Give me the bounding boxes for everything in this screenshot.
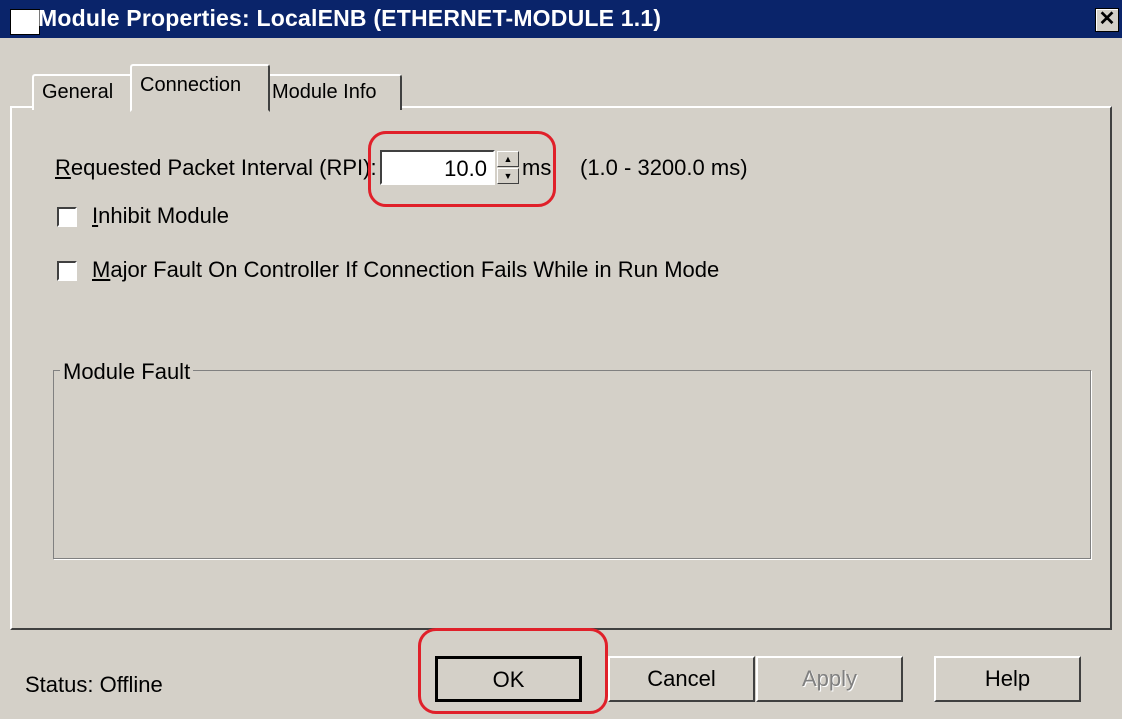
tab-general[interactable]: General (32, 74, 142, 110)
rpi-label-text: equested Packet Interval (RPI): (70, 155, 377, 180)
tab-module-info[interactable]: Module Info (262, 74, 402, 110)
inhibit-module-checkbox[interactable] (57, 207, 77, 227)
major-fault-mnemonic: M (92, 257, 111, 282)
status-text: Status: Offline (25, 672, 163, 697)
close-button[interactable]: ✕ (1095, 8, 1119, 32)
ok-highlight-annotation (418, 628, 608, 714)
inhibit-text: nhibit Module (98, 203, 229, 228)
rpi-range: (1.0 - 3200.0 ms) (580, 155, 748, 180)
major-fault-label[interactable]: Major Fault On Controller If Connection … (92, 257, 719, 283)
major-fault-text: ajor Fault On Controller If Connection F… (110, 257, 720, 282)
tab-connection[interactable]: Connection (130, 64, 270, 112)
window-title: Module Properties: LocalENB (ETHERNET-MO… (38, 5, 662, 31)
rpi-highlight-annotation (368, 131, 556, 207)
rpi-label-mnemonic: R (55, 155, 71, 180)
module-fault-legend: Module Fault (60, 359, 194, 385)
module-fault-group (53, 370, 1091, 559)
rpi-label: Requested Packet Interval (RPI): (55, 155, 377, 181)
help-button[interactable]: Help (934, 656, 1081, 702)
major-fault-checkbox[interactable] (57, 261, 77, 281)
window-icon (10, 9, 40, 35)
inhibit-module-label[interactable]: Inhibit Module (92, 203, 229, 229)
apply-button: Apply (756, 656, 903, 702)
cancel-button[interactable]: Cancel (608, 656, 755, 702)
